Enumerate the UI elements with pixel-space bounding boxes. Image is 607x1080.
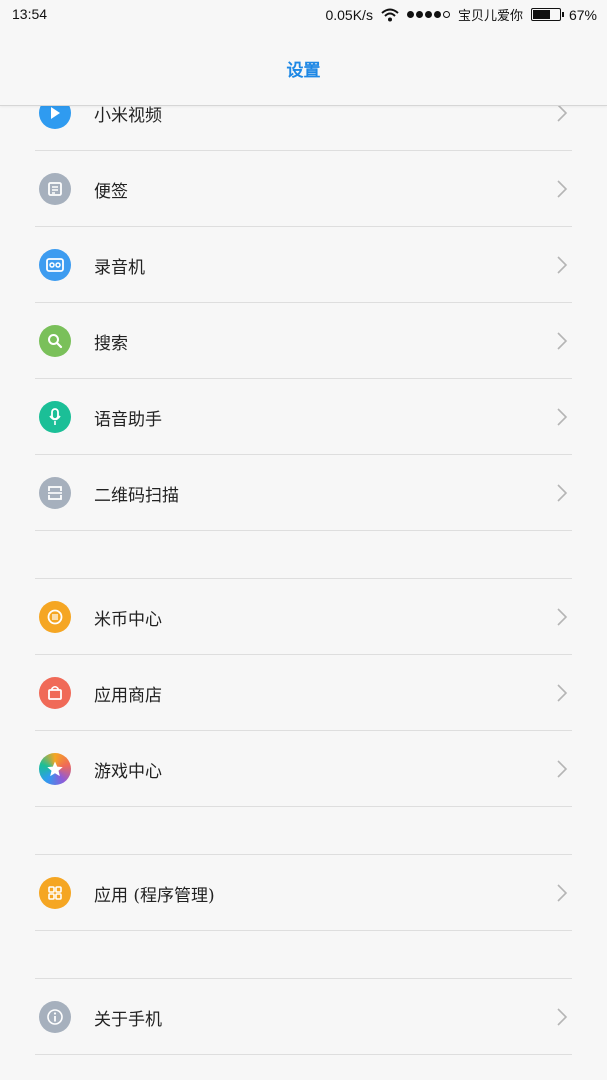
chevron-right-icon xyxy=(557,884,568,902)
microphone-icon xyxy=(39,401,71,433)
settings-item-qr-scan[interactable]: 二维码扫描 xyxy=(35,455,572,531)
settings-item-label: 游戏中心 xyxy=(94,762,162,782)
status-right: 0.05K/s 宝贝儿爱你 67% xyxy=(325,5,597,25)
carrier-name: 宝贝儿爱你 xyxy=(457,9,523,24)
settings-item-about-phone[interactable]: 关于手机 xyxy=(35,979,572,1055)
chevron-right-icon xyxy=(557,104,568,122)
settings-item-notes[interactable]: 便签 xyxy=(35,151,572,227)
settings-item-label: 录音机 xyxy=(94,258,145,278)
settings-item-label: 搜索 xyxy=(94,334,128,354)
chevron-right-icon xyxy=(557,684,568,702)
settings-item-label: 应用 (程序管理) xyxy=(94,886,215,906)
chevron-right-icon xyxy=(557,408,568,426)
page-title: 设置 xyxy=(286,61,321,81)
notes-icon xyxy=(39,173,71,205)
settings-item-app-store[interactable]: 应用商店 xyxy=(35,655,572,731)
status-bar: 13:54 0.05K/s 宝贝儿爱你 67% xyxy=(0,0,607,30)
battery-percent: 67% xyxy=(568,6,597,23)
settings-item-game-center[interactable]: 游戏中心 xyxy=(35,731,572,807)
settings-item-label: 米币中心 xyxy=(94,610,162,630)
chevron-right-icon xyxy=(557,332,568,350)
settings-item-mi-coin[interactable]: 米币中心 xyxy=(35,579,572,655)
chevron-right-icon xyxy=(557,1008,568,1026)
star-icon xyxy=(39,753,71,785)
settings-item-search[interactable]: 搜索 xyxy=(35,303,572,379)
settings-item-voice-assistant[interactable]: 语音助手 xyxy=(35,379,572,455)
chevron-right-icon xyxy=(557,608,568,626)
battery-icon xyxy=(530,8,564,21)
settings-list: 小米视频 便签 录音机 搜索 语音助手 二维码扫描 米币中心 应用商店 游戏中心… xyxy=(0,0,607,1080)
settings-item-label: 关于手机 xyxy=(94,1010,162,1030)
wifi-icon xyxy=(381,8,399,21)
settings-item-apps[interactable]: 应用 (程序管理) xyxy=(35,855,572,931)
signal-strength-icon xyxy=(406,11,450,18)
settings-item-label: 应用商店 xyxy=(94,686,162,706)
settings-item-recorder[interactable]: 录音机 xyxy=(35,227,572,303)
info-icon xyxy=(39,1001,71,1033)
settings-item-label: 二维码扫描 xyxy=(94,486,179,506)
chevron-right-icon xyxy=(557,484,568,502)
qr-scan-icon xyxy=(39,477,71,509)
coin-icon xyxy=(39,601,71,633)
network-speed: 0.05K/s xyxy=(325,6,373,23)
settings-item-label: 便签 xyxy=(94,182,128,202)
chevron-right-icon xyxy=(557,760,568,778)
status-time: 13:54 xyxy=(12,6,48,22)
recorder-icon xyxy=(39,249,71,281)
apps-grid-icon xyxy=(39,877,71,909)
title-bar: 设置 xyxy=(0,30,607,106)
settings-item-label: 语音助手 xyxy=(94,410,162,430)
chevron-right-icon xyxy=(557,256,568,274)
chevron-right-icon xyxy=(557,180,568,198)
search-icon xyxy=(39,325,71,357)
shopping-bag-icon xyxy=(39,677,71,709)
